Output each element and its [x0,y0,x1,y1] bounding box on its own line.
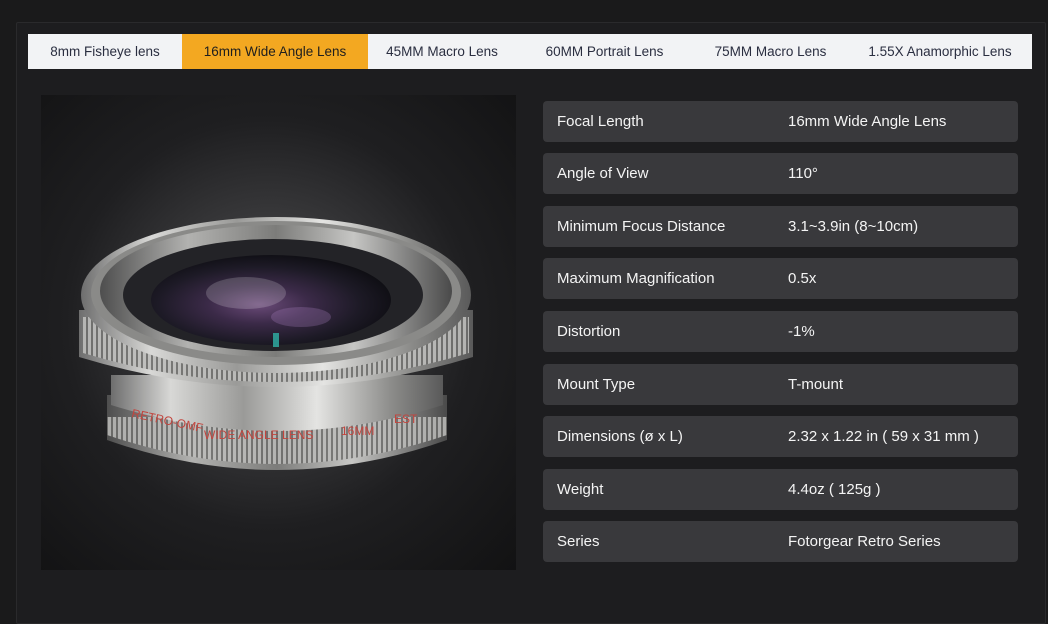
lens-engraving-type: WIDE ANGLE LENS [204,428,313,442]
tab-16mm-wide-angle[interactable]: 16mm Wide Angle Lens [182,34,368,69]
lens-tabs: 8mm Fisheye lens 16mm Wide Angle Lens 45… [28,34,1032,69]
tab-75mm-macro[interactable]: 75MM Macro Lens [693,34,848,69]
spec-row-angle-of-view: Angle of View 110° [543,153,1018,194]
tab-45mm-macro[interactable]: 45MM Macro Lens [368,34,516,69]
spec-row-focal-length: Focal Length 16mm Wide Angle Lens [543,101,1018,142]
spec-value: 3.1~3.9in (8~10cm) [788,218,919,235]
tab-anamorphic[interactable]: 1.55X Anamorphic Lens [848,34,1032,69]
spec-label: Angle of View [557,165,649,182]
spec-value: -1% [788,323,815,340]
spec-label: Dimensions (ø x L) [557,428,683,445]
lens-engraving-focal: 16MM [341,424,374,438]
spec-label: Maximum Magnification [557,270,715,287]
spec-row-min-focus: Minimum Focus Distance 3.1~3.9in (8~10cm… [543,206,1018,247]
lens-illustration: RETRO-OMF WIDE ANGLE LENS 16MM EST [79,217,473,470]
spec-value: 110° [788,165,818,182]
spec-value: T-mount [788,376,844,393]
spec-label: Distortion [557,323,621,340]
spec-value: 4.4oz ( 125g ) [788,481,881,498]
spec-value: Fotorgear Retro Series [788,533,941,550]
product-image: RETRO-OMF WIDE ANGLE LENS 16MM EST [41,95,516,570]
spec-label: Focal Length [557,113,644,130]
spec-value: 2.32 x 1.22 in ( 59 x 31 mm ) [788,428,979,445]
spec-row-series: Series Fotorgear Retro Series [543,521,1018,562]
tab-8mm-fisheye[interactable]: 8mm Fisheye lens [28,34,182,69]
spec-value: 16mm Wide Angle Lens [788,113,947,130]
spec-label: Mount Type [557,376,636,393]
spec-label: Series [557,533,600,550]
spec-row-weight: Weight 4.4oz ( 125g ) [543,469,1018,510]
spec-label: Minimum Focus Distance [557,218,726,235]
spec-row-dimensions: Dimensions (ø x L) 2.32 x 1.22 in ( 59 x… [543,416,1018,457]
lens-engraving-est: EST [394,412,418,426]
spec-row-distortion: Distortion -1% [543,311,1018,352]
tab-60mm-portrait[interactable]: 60MM Portrait Lens [516,34,693,69]
spec-row-mount-type: Mount Type T-mount [543,364,1018,405]
spec-label: Weight [557,481,604,498]
spec-row-max-magnification: Maximum Magnification 0.5x [543,258,1018,299]
spec-value: 0.5x [788,270,817,287]
